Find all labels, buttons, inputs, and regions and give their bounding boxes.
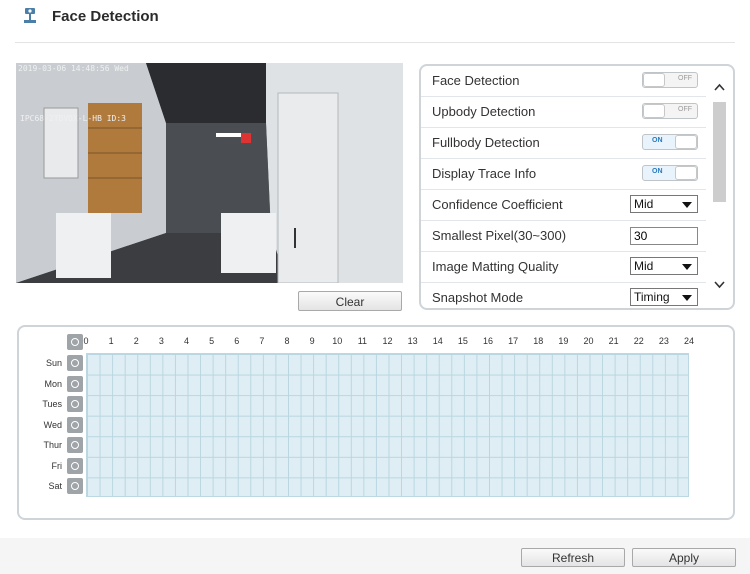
row-smallest-pixel: Smallest Pixel(30~300) bbox=[421, 221, 706, 252]
day-label: Tues bbox=[42, 399, 62, 410]
hour-label: 9 bbox=[309, 336, 315, 346]
face-detection-toggle[interactable]: OFF bbox=[642, 72, 698, 88]
hour-label: 14 bbox=[432, 336, 443, 346]
header-divider bbox=[15, 42, 735, 43]
select-value: Timing bbox=[634, 290, 670, 304]
hour-label: 1 bbox=[108, 336, 114, 346]
hour-label: 10 bbox=[332, 336, 343, 346]
scroll-up-icon[interactable] bbox=[713, 82, 726, 92]
hour-label: 13 bbox=[407, 336, 418, 346]
hour-label: 3 bbox=[158, 336, 164, 346]
hour-label: 12 bbox=[382, 336, 393, 346]
toggle-knob bbox=[675, 135, 697, 149]
display-trace-info-toggle[interactable]: ON bbox=[642, 165, 698, 181]
clear-button[interactable]: Clear bbox=[298, 291, 402, 311]
copy-day-icon[interactable] bbox=[67, 416, 83, 433]
smallest-pixel-label: Smallest Pixel(30~300) bbox=[432, 228, 567, 243]
fullbody-detection-label: Fullbody Detection bbox=[432, 135, 540, 150]
display-trace-info-label: Display Trace Info bbox=[432, 166, 537, 181]
image-matting-quality-select[interactable]: Mid bbox=[630, 257, 698, 275]
settings-scrollbar[interactable] bbox=[710, 68, 729, 306]
snapshot-mode-label: Snapshot Mode bbox=[432, 290, 524, 305]
upbody-detection-toggle[interactable]: OFF bbox=[642, 103, 698, 119]
toggle-state: OFF bbox=[678, 106, 692, 113]
row-upbody-detection: Upbody Detection OFF bbox=[421, 97, 706, 128]
copy-day-icon[interactable] bbox=[67, 396, 83, 413]
row-confidence-coefficient: Confidence Coefficient Mid bbox=[421, 190, 706, 221]
camera-setting-icon bbox=[24, 8, 36, 23]
hour-label: 22 bbox=[633, 336, 644, 346]
hour-label: 15 bbox=[457, 336, 468, 346]
scrollbar-thumb[interactable] bbox=[713, 102, 726, 202]
chevron-down-icon bbox=[682, 295, 692, 301]
video-channel-overlay: IPC68-2TBVDX-L-HB ID:3 bbox=[20, 114, 126, 123]
snapshot-mode-select[interactable]: Timing bbox=[630, 288, 698, 306]
row-image-matting-quality: Image Matting Quality Mid bbox=[421, 252, 706, 283]
hour-label: 4 bbox=[183, 336, 189, 346]
toggle-knob bbox=[643, 104, 665, 118]
confidence-coefficient-select[interactable]: Mid bbox=[630, 195, 698, 213]
toggle-knob bbox=[675, 166, 697, 180]
schedule-grid[interactable] bbox=[86, 353, 689, 497]
day-label: Fri bbox=[51, 460, 63, 471]
chevron-down-icon bbox=[682, 202, 692, 208]
hour-label: 2 bbox=[133, 336, 139, 346]
video-timestamp-overlay: 2019-03-06 14:48:56 Wed bbox=[18, 64, 129, 73]
copy-day-icon[interactable] bbox=[67, 375, 83, 392]
row-fullbody-detection: Fullbody Detection ON bbox=[421, 128, 706, 159]
hour-label: 20 bbox=[583, 336, 594, 346]
image-matting-quality-label: Image Matting Quality bbox=[432, 259, 559, 274]
hour-label: 8 bbox=[284, 336, 290, 346]
smallest-pixel-input[interactable] bbox=[630, 227, 698, 245]
face-detection-label: Face Detection bbox=[432, 73, 520, 88]
toggle-state: ON bbox=[652, 137, 663, 144]
refresh-button[interactable]: Refresh bbox=[521, 548, 625, 567]
hour-label: 7 bbox=[259, 336, 265, 346]
fullbody-detection-toggle[interactable]: ON bbox=[642, 134, 698, 150]
row-display-trace-info: Display Trace Info ON bbox=[421, 159, 706, 190]
chevron-down-icon bbox=[682, 264, 692, 270]
hour-label: 0 bbox=[83, 336, 89, 346]
upbody-detection-label: Upbody Detection bbox=[432, 104, 536, 119]
row-snapshot-mode: Snapshot Mode Timing bbox=[421, 283, 706, 308]
hour-label: 19 bbox=[558, 336, 569, 346]
page-title: Face Detection bbox=[52, 8, 159, 25]
copy-day-icon[interactable] bbox=[67, 437, 83, 454]
day-label: Mon bbox=[44, 378, 62, 389]
toggle-state: OFF bbox=[678, 75, 692, 82]
hour-label: 23 bbox=[658, 336, 669, 346]
copy-day-icon[interactable] bbox=[67, 355, 83, 371]
copy-day-icon[interactable] bbox=[67, 457, 83, 474]
hour-label: 6 bbox=[234, 336, 240, 346]
video-frame-image bbox=[16, 63, 403, 283]
row-face-detection: Face Detection OFF bbox=[421, 66, 706, 97]
select-value: Mid bbox=[634, 197, 654, 211]
toggle-state: ON bbox=[652, 168, 663, 175]
hour-label: 17 bbox=[508, 336, 519, 346]
day-label: Sat bbox=[48, 481, 62, 492]
live-video-preview bbox=[16, 63, 403, 283]
toggle-knob bbox=[643, 73, 665, 87]
hour-label: 21 bbox=[608, 336, 619, 346]
hour-label: 11 bbox=[357, 336, 368, 346]
day-label: Thur bbox=[43, 440, 62, 451]
scroll-down-icon[interactable] bbox=[713, 280, 726, 290]
confidence-coefficient-label: Confidence Coefficient bbox=[432, 197, 563, 212]
hour-label: 18 bbox=[533, 336, 544, 346]
day-label: Wed bbox=[43, 419, 62, 430]
day-label: Sun bbox=[45, 358, 62, 368]
hour-label: 24 bbox=[683, 336, 694, 346]
detection-settings-panel: Face Detection OFF Upbody Detection OFF … bbox=[419, 64, 735, 310]
apply-button[interactable]: Apply bbox=[632, 548, 736, 567]
select-value: Mid bbox=[634, 259, 654, 273]
hour-label: 16 bbox=[482, 336, 493, 346]
hour-label: 5 bbox=[209, 336, 215, 346]
copy-day-icon[interactable] bbox=[67, 478, 83, 495]
